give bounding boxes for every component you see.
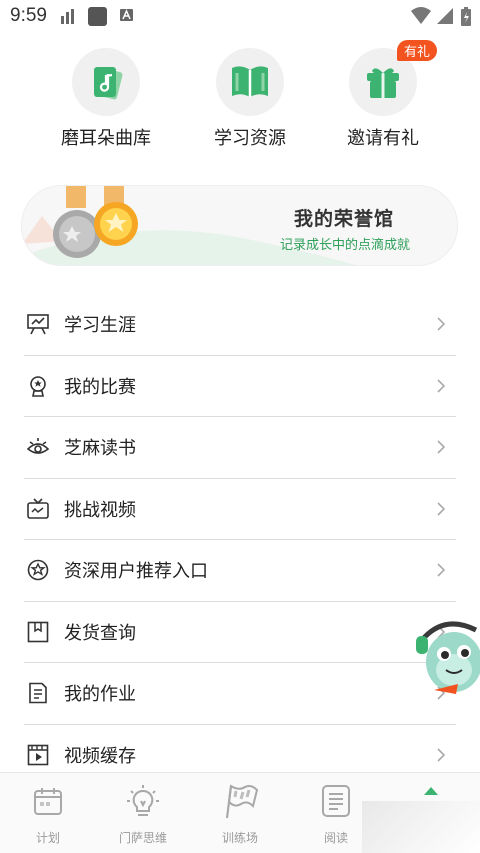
honor-hall-banner[interactable]: 我的荣誉馆 记录成长中的点滴成就 <box>21 185 458 266</box>
menu-item-challenge-video[interactable]: 挑战视频 <box>24 479 456 540</box>
menu-item-senior-user-referral[interactable]: 资深用户推荐入口 <box>24 540 456 602</box>
menu-item-shipping-query[interactable]: 发货查询 <box>24 602 456 663</box>
lightbulb-icon <box>103 781 183 821</box>
menu-item-label: 发货查询 <box>64 622 136 644</box>
nav-label: 训练场 <box>221 831 258 845</box>
menu-item-my-contests[interactable]: 我的比赛 <box>24 356 456 417</box>
learning-resources-icon-circle <box>216 48 284 116</box>
menu-item-my-homework[interactable]: 我的作业 <box>24 663 456 725</box>
chevron-right-icon <box>437 440 446 454</box>
menu-item-label: 资深用户推荐入口 <box>64 561 208 583</box>
document-icon <box>26 681 50 705</box>
tv-icon <box>26 497 50 521</box>
calendar-icon <box>8 781 88 821</box>
menu-item-label: 我的比赛 <box>64 376 136 398</box>
invite-gift-icon-circle: 有礼 <box>349 40 437 116</box>
chevron-right-icon <box>437 379 446 393</box>
learning-resources-label: 学习资源 <box>214 128 286 149</box>
mascot-assistant-icon[interactable] <box>414 610 480 710</box>
chevron-right-icon <box>437 317 446 331</box>
medals-icon <box>53 186 138 258</box>
bottom-navigation: 计划 门萨思维 训练场 阅读 <box>0 772 480 853</box>
banner-title: 我的荣誉馆 <box>294 208 395 230</box>
menu-item-label: 视频缓存 <box>64 746 136 768</box>
status-bar: 9:59 <box>0 0 480 32</box>
chevron-right-icon <box>437 748 446 762</box>
active-indicator-icon <box>424 787 438 795</box>
signal-bars-icon <box>61 9 74 24</box>
cellular-icon <box>437 8 453 24</box>
menu-item-label: 挑战视频 <box>64 499 136 521</box>
reading-eye-icon <box>26 435 50 459</box>
nav-plan[interactable]: 计划 <box>8 781 88 846</box>
keyboard-a-icon <box>120 9 133 21</box>
menu-list: 学习生涯 我的比赛 芝麻读书 挑战视频 资深用户推荐入口 发货查询 我的作业 视… <box>24 294 456 786</box>
music-library-label: 磨耳朵曲库 <box>61 128 151 149</box>
invite-gift-button[interactable]: 有礼 邀请有礼 <box>313 40 453 150</box>
film-icon <box>26 743 50 767</box>
nav-label: 计划 <box>35 831 60 845</box>
status-time: 9:59 <box>10 5 47 26</box>
music-library-icon-circle <box>72 48 140 116</box>
wifi-icon <box>411 7 431 24</box>
battery-icon <box>461 7 471 26</box>
gift-badge: 有礼 <box>396 40 437 61</box>
menu-item-study-career[interactable]: 学习生涯 <box>24 294 456 356</box>
invite-gift-label: 邀请有礼 <box>347 128 419 149</box>
chevron-right-icon <box>437 502 446 516</box>
quick-actions: 磨耳朵曲库 学习资源 有礼 邀请有礼 <box>0 40 480 158</box>
banner-subtitle: 记录成长中的点滴成就 <box>280 238 411 253</box>
open-book-icon <box>232 66 268 97</box>
package-icon <box>26 620 50 644</box>
nav-label: 门萨思维 <box>118 831 167 845</box>
nav-mensa-thinking[interactable]: 门萨思维 <box>103 781 183 846</box>
flag-icon <box>200 781 280 821</box>
gift-box-icon <box>367 68 399 98</box>
menu-item-sesame-reading[interactable]: 芝麻读书 <box>24 417 456 479</box>
music-cards-icon <box>94 67 123 100</box>
presentation-board-icon <box>26 312 50 336</box>
menu-item-label: 学习生涯 <box>64 315 136 337</box>
menu-item-label: 芝麻读书 <box>64 438 136 460</box>
menu-item-label: 我的作业 <box>64 684 136 706</box>
nav-training-ground[interactable]: 训练场 <box>200 781 280 846</box>
star-circle-icon <box>26 558 50 582</box>
chevron-right-icon <box>437 563 446 577</box>
music-library-button[interactable]: 磨耳朵曲库 <box>36 48 176 150</box>
learning-resources-button[interactable]: 学习资源 <box>180 48 320 150</box>
trophy-icon <box>26 374 50 398</box>
nav-overlay-gradient <box>362 801 480 853</box>
app-notification-icon <box>88 7 107 26</box>
